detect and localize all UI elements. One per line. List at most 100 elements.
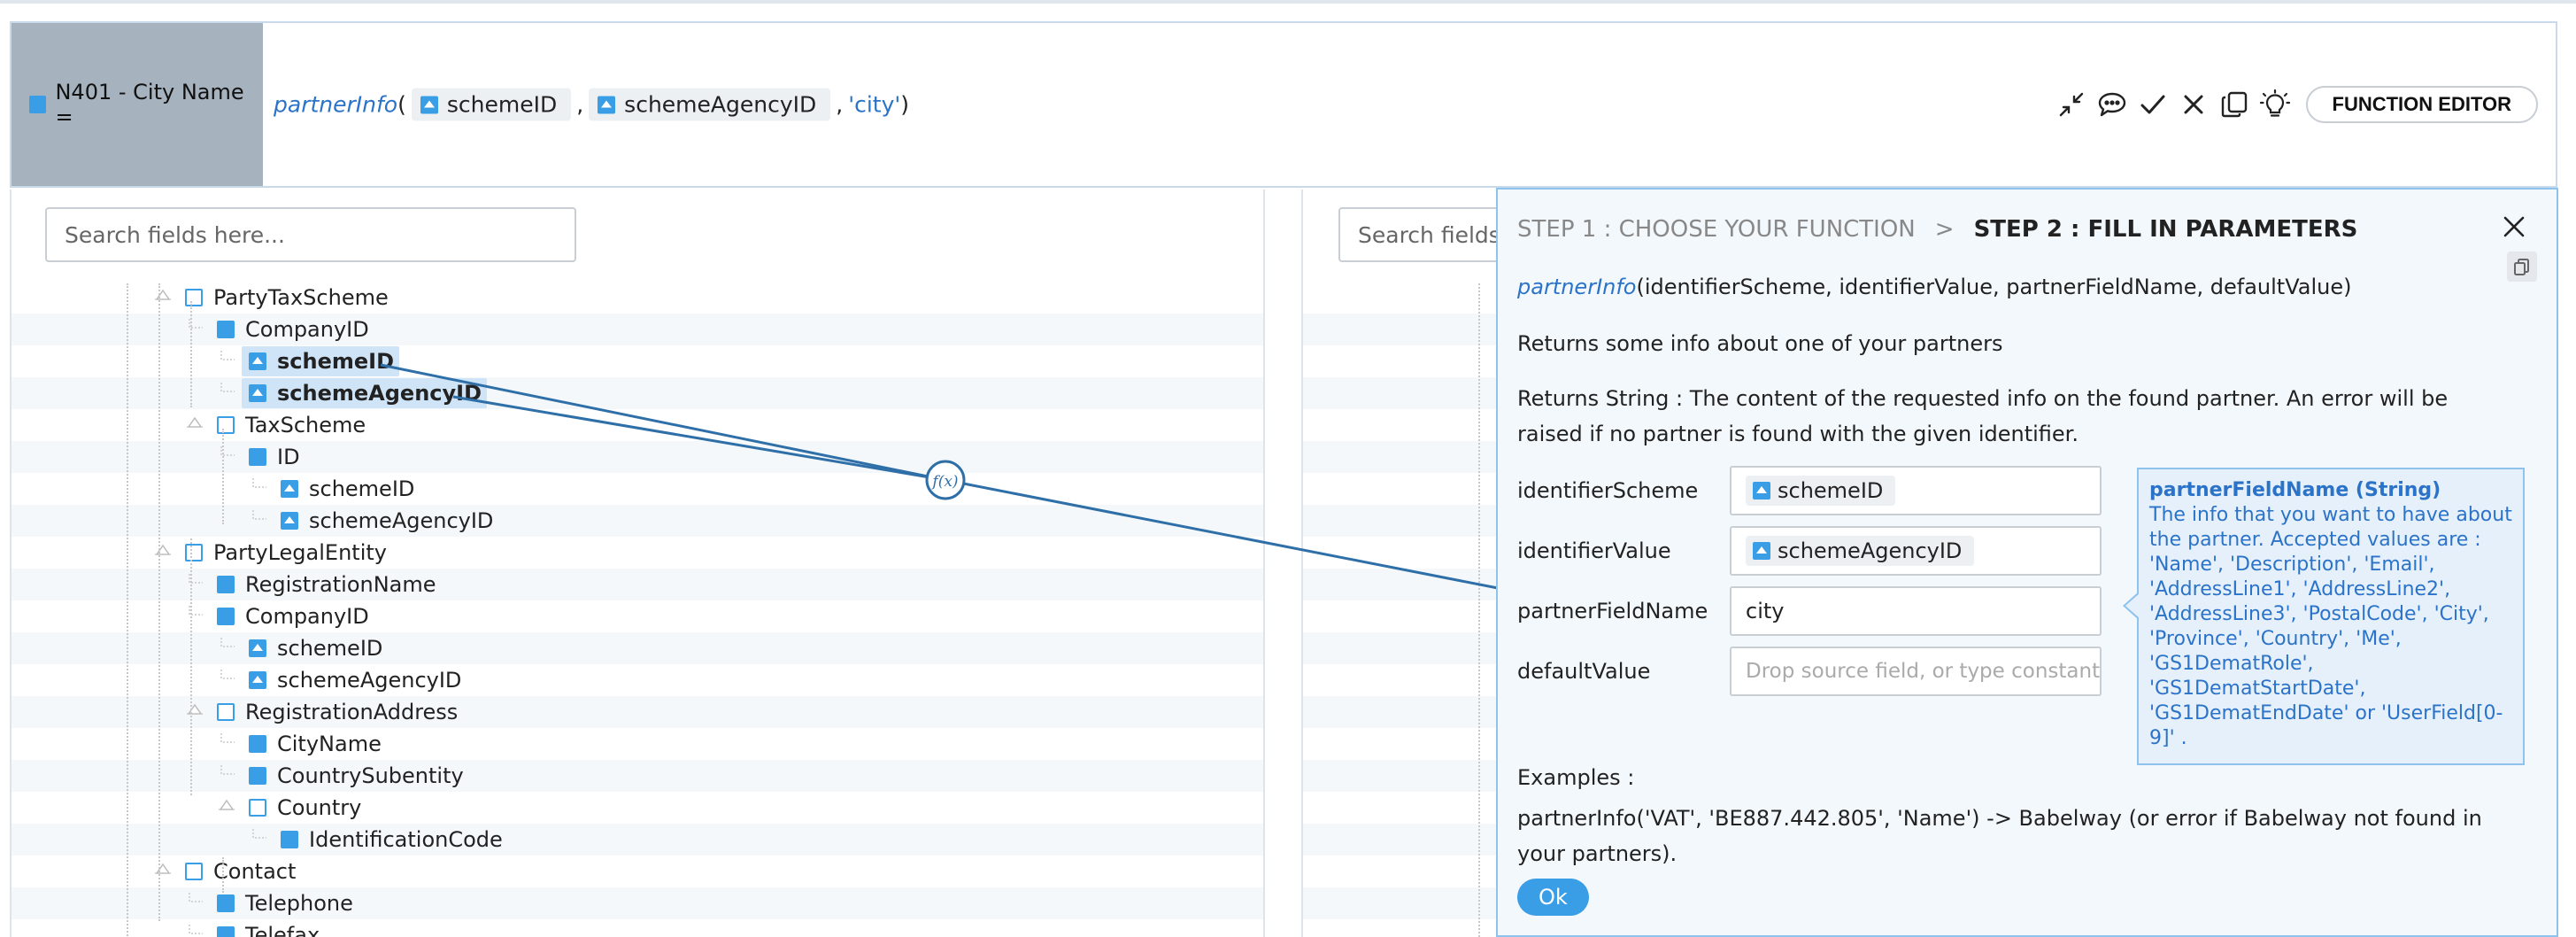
collapse-toggle-icon[interactable] xyxy=(155,542,171,555)
ok-button[interactable]: Ok xyxy=(1517,879,1589,916)
step-1-link[interactable]: STEP 1 : CHOOSE YOUR FUNCTION xyxy=(1517,216,1916,243)
tree-row[interactable]: RegistrationName xyxy=(12,569,1263,600)
tree-row[interactable]: Contact xyxy=(12,856,1263,887)
param-chip-label: schemeID xyxy=(1778,478,1884,503)
tree-row[interactable]: IdentificationCode xyxy=(12,824,1263,856)
tree-node-companyid[interactable]: CompanyID xyxy=(217,314,369,345)
tree-row[interactable]: schemeAgencyID xyxy=(12,505,1263,537)
copy-icon[interactable] xyxy=(2214,84,2255,125)
tree-node-label: IdentificationCode xyxy=(309,827,503,852)
tree-node-registrationaddress[interactable]: RegistrationAddress xyxy=(217,696,458,728)
formula-function-name[interactable]: partnerInfo xyxy=(274,92,397,118)
function-dialog: STEP 1 : CHOOSE YOUR FUNCTION > STEP 2 :… xyxy=(1496,188,2558,937)
tree-node-partylegalentity[interactable]: PartyLegalEntity xyxy=(185,537,387,569)
tree-row[interactable]: PartyLegalEntity xyxy=(12,537,1263,569)
default-value-input[interactable]: Drop source field, or type constant... xyxy=(1730,647,2102,696)
tree-node-countrysubentity[interactable]: CountrySubentity xyxy=(249,760,464,792)
field-icon xyxy=(217,894,235,912)
tree-row[interactable]: Telefax xyxy=(12,919,1263,937)
formula-expression[interactable]: partnerInfo ( schemeID , schemeAgencyID … xyxy=(274,88,909,121)
attribute-icon xyxy=(281,512,298,530)
formula-toolbar: FUNCTION EDITOR xyxy=(2051,84,2538,125)
tree-row[interactable]: schemeAgencyID xyxy=(12,664,1263,696)
tree-node-schemeagencyid[interactable]: schemeAgencyID xyxy=(281,505,493,537)
tree-row[interactable]: PartyTaxScheme xyxy=(12,283,1263,314)
formula-open-paren: ( xyxy=(397,91,406,118)
tree-node-telefax[interactable]: Telefax xyxy=(217,919,320,937)
tree-node-schemeid[interactable]: schemeID xyxy=(249,632,382,664)
x-icon[interactable] xyxy=(2173,84,2214,125)
collapse-toggle-icon[interactable] xyxy=(187,414,203,428)
tree-row[interactable]: schemeID xyxy=(12,345,1263,377)
tree-row[interactable]: schemeAgencyID xyxy=(12,377,1263,409)
tree-node-registrationname[interactable]: RegistrationName xyxy=(217,569,436,600)
field-icon xyxy=(249,735,266,753)
tree-guide-line xyxy=(222,857,224,893)
field-icon xyxy=(281,831,298,848)
tree-node-label: schemeID xyxy=(277,636,383,661)
identifier-scheme-input[interactable]: schemeID xyxy=(1730,466,2102,515)
formula-string-arg[interactable]: 'city' xyxy=(848,92,900,118)
param-chip[interactable]: schemeAgencyID xyxy=(1746,536,1975,566)
tree-node-label: schemeID xyxy=(309,476,415,501)
formula-arg-chip[interactable]: schemeID xyxy=(411,88,572,121)
tree-node-country[interactable]: Country xyxy=(249,792,361,824)
param-label: identifierValue xyxy=(1517,538,1671,563)
collapse-toggle-icon[interactable] xyxy=(187,701,203,715)
param-chip[interactable]: schemeID xyxy=(1746,476,1896,506)
tree-node-contact[interactable]: Contact xyxy=(185,856,296,887)
function-editor-button[interactable]: FUNCTION EDITOR xyxy=(2305,86,2538,123)
tree-row[interactable]: Country xyxy=(12,792,1263,824)
tree-row[interactable]: ID xyxy=(12,441,1263,473)
tree-connector xyxy=(187,893,203,905)
collapse-arrows-icon[interactable] xyxy=(2051,84,2092,125)
signature-function-name[interactable]: partnerInfo xyxy=(1517,275,1636,299)
tree-node-taxscheme[interactable]: TaxScheme xyxy=(217,409,366,441)
formula-comma: , xyxy=(836,91,844,118)
tree-node-partytaxscheme[interactable]: PartyTaxScheme xyxy=(185,283,389,314)
tree-guide-line xyxy=(127,283,128,937)
attribute-icon xyxy=(281,480,298,498)
tree-row[interactable]: CountrySubentity xyxy=(12,760,1263,792)
tooltip-title: partnerFieldName (String) xyxy=(2149,479,2441,501)
speech-bubble-icon[interactable] xyxy=(2092,84,2133,125)
examples-heading: Examples : xyxy=(1517,765,1635,790)
tree-node-schemeid[interactable]: schemeID xyxy=(281,473,414,505)
tree-row[interactable]: schemeID xyxy=(12,632,1263,664)
target-field[interactable]: N401 - City Name = xyxy=(12,23,263,186)
tree-guide-line xyxy=(158,283,160,921)
identifier-value-input[interactable]: schemeAgencyID xyxy=(1730,526,2102,576)
tree-node-id[interactable]: ID xyxy=(249,441,300,473)
param-chip-label: schemeAgencyID xyxy=(1778,538,1963,563)
tree-node-cityname[interactable]: CityName xyxy=(249,728,382,760)
tree-node-companyid[interactable]: CompanyID xyxy=(217,600,369,632)
tree-row[interactable]: RegistrationAddress xyxy=(12,696,1263,728)
function-returns: Returns String : The content of the requ… xyxy=(1517,386,2449,446)
collapse-toggle-icon[interactable] xyxy=(219,797,235,810)
formula-arg-chip[interactable]: schemeAgencyID xyxy=(589,88,831,121)
tree-row[interactable]: Telephone xyxy=(12,887,1263,919)
tree-node-schemeagencyid[interactable]: schemeAgencyID xyxy=(242,378,487,408)
tree-node-label: schemeID xyxy=(277,349,395,374)
tree-node-schemeid[interactable]: schemeID xyxy=(242,346,400,376)
clipboard-icon[interactable] xyxy=(2507,252,2537,282)
checkmark-icon[interactable] xyxy=(2133,84,2173,125)
tree-node-identificationcode[interactable]: IdentificationCode xyxy=(281,824,503,856)
tree-node-label: CompanyID xyxy=(245,317,369,342)
lightbulb-icon[interactable] xyxy=(2255,84,2295,125)
close-icon[interactable] xyxy=(2498,211,2530,243)
tree-node-schemeagencyid[interactable]: schemeAgencyID xyxy=(249,664,461,696)
partner-field-name-input[interactable]: city xyxy=(1730,586,2102,636)
tree-node-telephone[interactable]: Telephone xyxy=(217,887,353,919)
collapse-toggle-icon[interactable] xyxy=(155,861,171,874)
tree-row[interactable]: CompanyID xyxy=(12,600,1263,632)
attribute-icon xyxy=(249,671,266,689)
tree-guide-line xyxy=(222,429,224,524)
tree-row[interactable]: TaxScheme xyxy=(12,409,1263,441)
tree-row[interactable]: schemeID xyxy=(12,473,1263,505)
tree-row[interactable]: CompanyID xyxy=(12,314,1263,345)
tree-row[interactable]: CityName xyxy=(12,728,1263,760)
source-search-input[interactable] xyxy=(45,207,576,262)
group-icon xyxy=(249,799,266,817)
collapse-toggle-icon[interactable] xyxy=(155,287,171,300)
